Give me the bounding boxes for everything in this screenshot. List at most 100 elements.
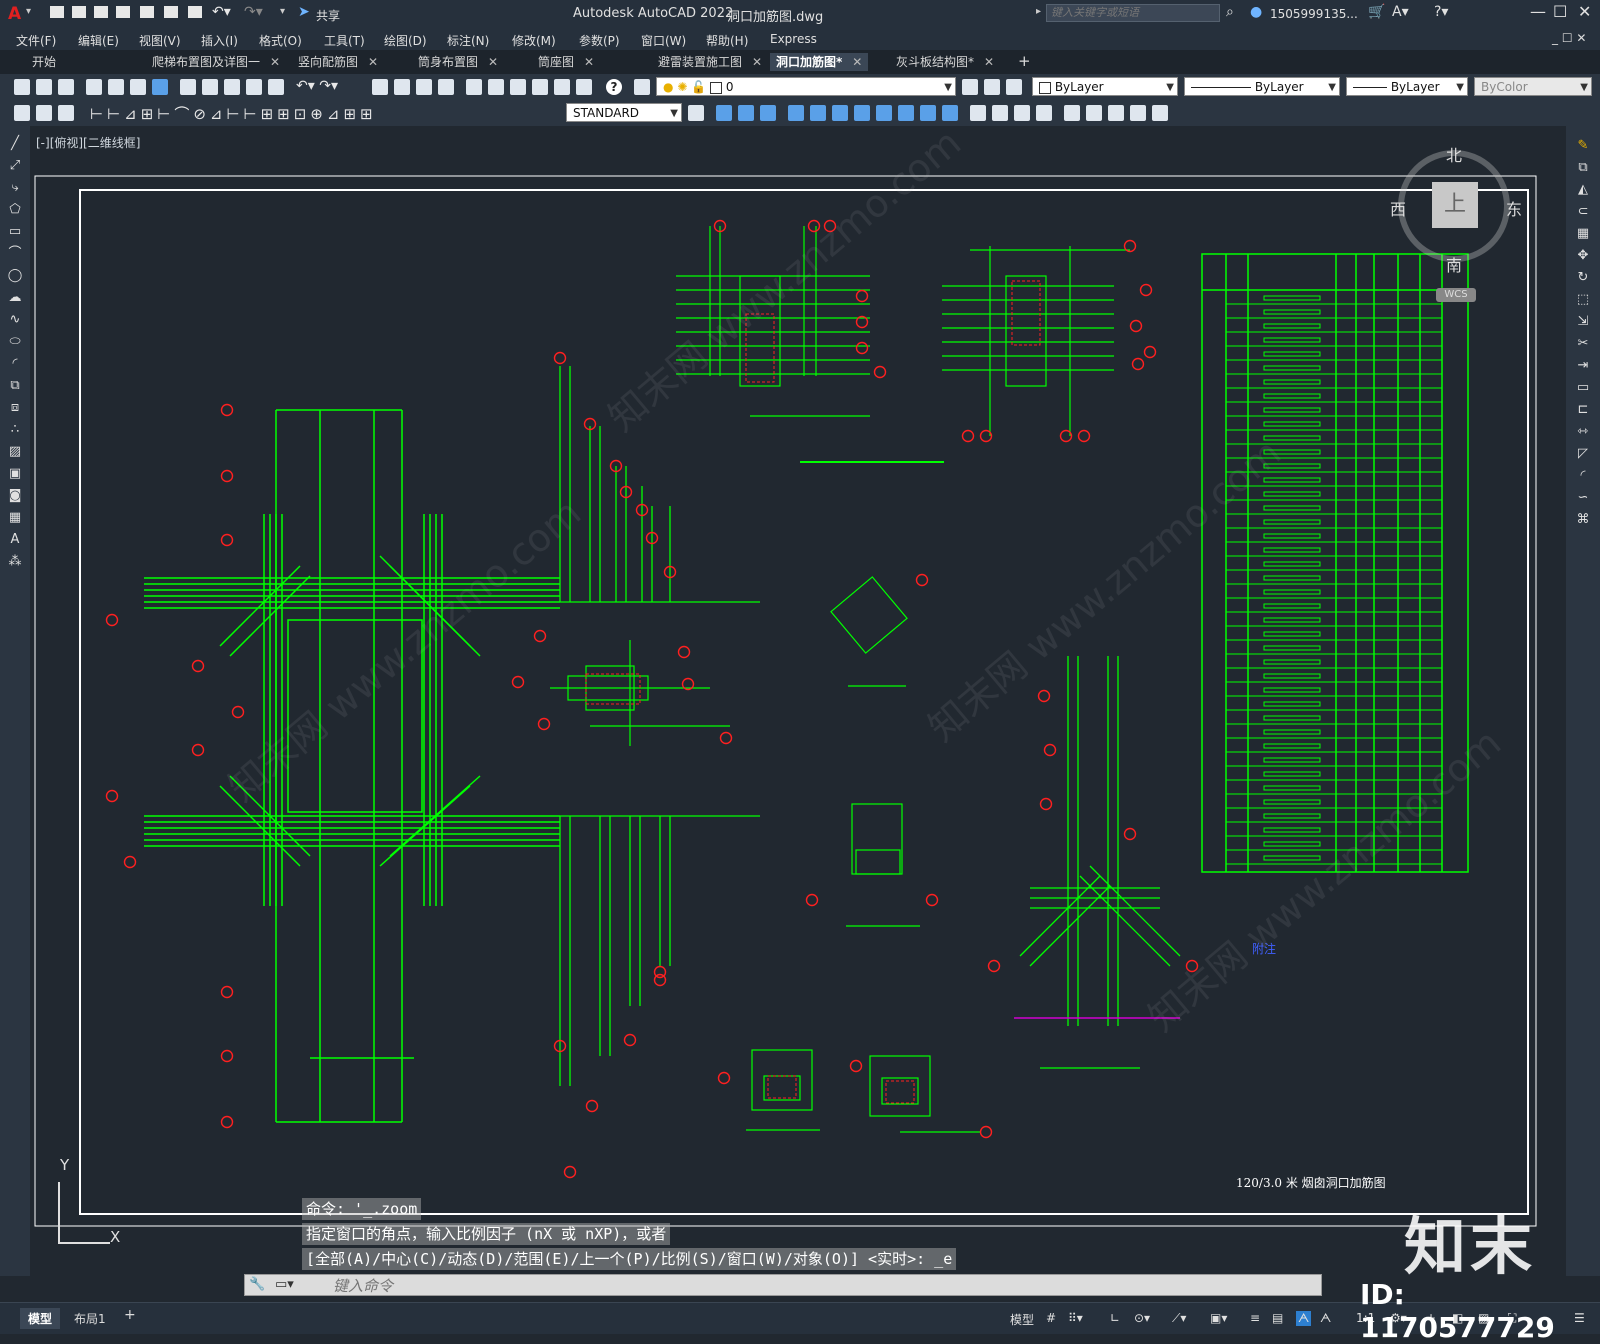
block-icon[interactable]	[14, 105, 30, 121]
region-icon[interactable]: ◙	[7, 488, 23, 504]
ellipse-arc-icon[interactable]: ◜	[7, 356, 23, 372]
close-icon[interactable]: ✕	[584, 55, 594, 69]
menu-parametric[interactable]: 参数(P)	[579, 32, 620, 49]
tab-start[interactable]: 开始	[26, 53, 62, 71]
autocad-logo-icon[interactable]: A	[8, 4, 21, 24]
lineweight-dropdown[interactable]: ByLayer ▼	[1346, 77, 1468, 96]
color-dropdown[interactable]: ByLayer ▼	[1032, 77, 1178, 96]
menu-window[interactable]: 窗口(W)	[641, 32, 686, 49]
erase-icon[interactable]: ✎	[1575, 138, 1591, 154]
mirror-icon[interactable]: ◭	[1575, 182, 1591, 198]
model-space-button[interactable]: 模型	[1010, 1311, 1034, 1328]
ellipse-icon[interactable]: ⬭	[7, 334, 23, 350]
viewcube-top-face[interactable]: 上	[1432, 182, 1478, 228]
design-center-icon[interactable]	[488, 79, 504, 95]
help-search-input[interactable]	[1046, 4, 1220, 22]
transparency-icon[interactable]: ▤	[1272, 1311, 1283, 1325]
chamfer-icon[interactable]: ◸	[1575, 446, 1591, 462]
quick-access-chevron-icon[interactable]: ▾	[280, 6, 285, 17]
quickcalc-icon[interactable]	[576, 79, 592, 95]
close-icon[interactable]: ✕	[488, 55, 498, 69]
help-icon[interactable]: ?▾	[1434, 4, 1448, 20]
gradient-icon[interactable]: ▣	[7, 466, 23, 482]
hatch-icon[interactable]: ▨	[7, 444, 23, 460]
annotation-visibility-icon[interactable]: ᗅ	[1296, 1311, 1312, 1326]
tab-model[interactable]: 模型	[20, 1308, 61, 1329]
cut-icon[interactable]	[180, 79, 196, 95]
close-icon[interactable]: ✕	[984, 55, 994, 69]
save-icon[interactable]	[58, 79, 74, 95]
recent-commands-icon[interactable]: ▭▾	[275, 1277, 294, 1292]
make-current-icon[interactable]	[962, 79, 978, 95]
wblock-icon[interactable]	[36, 105, 52, 121]
dimstyle-dropdown[interactable]: STANDARD ▼	[566, 103, 682, 122]
menu-format[interactable]: 格式(O)	[259, 32, 302, 49]
command-input[interactable]	[331, 1276, 1035, 1296]
viewcube-north[interactable]: 北	[1446, 142, 1462, 166]
properties-icon[interactable]	[466, 79, 482, 95]
menu-file[interactable]: 文件(F)	[16, 32, 56, 49]
layer-lock-icon[interactable]: 🔓	[691, 80, 706, 94]
close-icon[interactable]: ✕	[752, 55, 762, 69]
rectangle-icon[interactable]: ▭	[7, 224, 23, 240]
explode-icon[interactable]: ⌘	[1575, 512, 1591, 528]
help-icon[interactable]: ?	[606, 79, 622, 95]
open-icon[interactable]	[36, 79, 52, 95]
block-editor-icon[interactable]	[268, 79, 284, 95]
share-button[interactable]: 共享	[316, 7, 340, 24]
osnap-icon[interactable]: ▣▾	[1210, 1311, 1227, 1325]
dimension-tools-icon[interactable]: ⊢⊢⊿⊞⊢⌒⊘⊿⊢⊢⊞⊞⊡⊕⊿⊞⊞	[90, 103, 377, 124]
tool-palettes-icon[interactable]	[510, 79, 526, 95]
add-layout-plus-icon[interactable]: +	[124, 1307, 136, 1323]
break-point-icon[interactable]: ▭	[1575, 380, 1591, 396]
orbit-icon[interactable]	[1108, 105, 1124, 121]
new-file-icon[interactable]	[50, 6, 64, 18]
rotate-icon[interactable]: ↻	[1575, 270, 1591, 286]
publish-icon[interactable]	[130, 79, 146, 95]
viewcube-east[interactable]: 东	[1506, 196, 1522, 220]
presspull-icon[interactable]	[810, 105, 826, 121]
menu-draw[interactable]: 绘图(D)	[384, 32, 427, 49]
save-as-icon[interactable]	[116, 6, 130, 18]
revcloud-icon[interactable]: ☁	[7, 290, 23, 306]
layer-thaw-icon[interactable]: ✺	[677, 80, 687, 94]
line-icon[interactable]: ╱	[7, 136, 23, 152]
polyline-icon[interactable]: ⤷	[7, 180, 23, 196]
zoom-realtime-icon[interactable]	[394, 79, 410, 95]
tab-lightning[interactable]: 避雷装置施工图 ✕	[652, 53, 768, 71]
loft-icon[interactable]	[876, 105, 892, 121]
cart-icon[interactable]: 🛒	[1368, 4, 1385, 20]
materials-icon[interactable]	[1014, 105, 1030, 121]
3d-cone-icon[interactable]	[760, 105, 776, 121]
sweep-icon[interactable]	[832, 105, 848, 121]
markup-icon[interactable]	[554, 79, 570, 95]
tab-opening-rebar[interactable]: 洞口加筋图* ✕	[770, 53, 869, 71]
layer-properties-icon[interactable]	[634, 79, 650, 95]
plot-icon[interactable]	[188, 6, 202, 18]
polar-icon[interactable]: ⊙▾	[1134, 1311, 1150, 1325]
qnew-icon[interactable]	[14, 79, 30, 95]
save-icon[interactable]	[94, 6, 108, 18]
plot-icon[interactable]	[86, 79, 102, 95]
close-icon[interactable]: ✕	[368, 55, 378, 69]
mtext-icon[interactable]: A	[7, 532, 23, 548]
sheet-set-icon[interactable]	[532, 79, 548, 95]
zoom-previous-icon[interactable]	[438, 79, 454, 95]
lights-icon[interactable]	[1036, 105, 1052, 121]
linetype-dropdown[interactable]: ByLayer ▼	[1184, 77, 1340, 96]
array-icon[interactable]: ▦	[1575, 226, 1591, 242]
open-file-icon[interactable]	[72, 6, 86, 18]
matchprop-icon[interactable]	[246, 79, 262, 95]
copy-object-icon[interactable]: ⧉	[1575, 160, 1591, 176]
menu-express[interactable]: Express	[770, 32, 817, 46]
snap-icon[interactable]: ⠿▾	[1068, 1311, 1083, 1325]
layer-on-icon[interactable]: ●	[663, 80, 673, 94]
add-selected-icon[interactable]: ⁂	[7, 554, 23, 570]
menu-tools[interactable]: 工具(T)	[324, 32, 365, 49]
join-icon[interactable]: ⇿	[1575, 424, 1591, 440]
walk-icon[interactable]	[1130, 105, 1146, 121]
undo-icon[interactable]: ↶▾	[212, 4, 231, 20]
copy-icon[interactable]	[202, 79, 218, 95]
pan-icon[interactable]	[372, 79, 388, 95]
arc-icon[interactable]: ⌒	[7, 246, 23, 262]
